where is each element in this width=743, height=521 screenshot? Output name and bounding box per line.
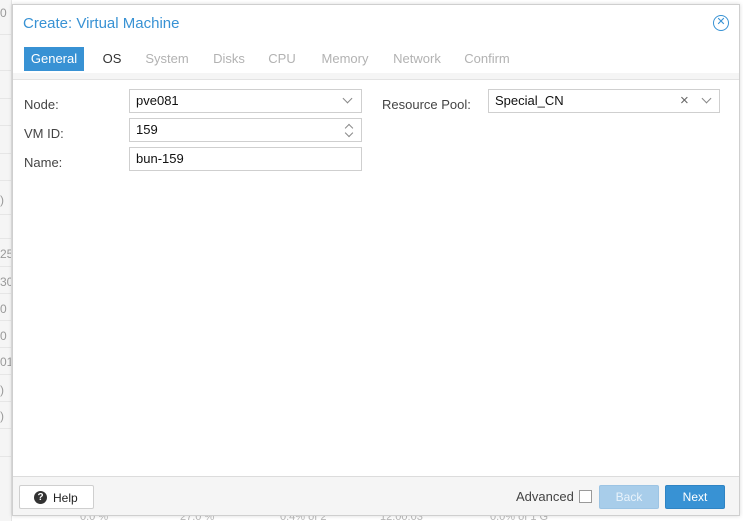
bg-fragment: 25 [0, 247, 11, 261]
tab-disks[interactable]: Disks [209, 47, 249, 71]
bg-fragment: ) [0, 409, 4, 423]
bg-fragment: ) [0, 193, 4, 207]
resource-pool-label: Resource Pool: [382, 97, 471, 112]
bg-fragment: ) [0, 383, 4, 397]
tab-cpu[interactable]: CPU [264, 47, 300, 71]
advanced-label: Advanced [516, 489, 574, 504]
help-button[interactable]: ? Help [19, 485, 94, 509]
vmid-input[interactable]: 159 [129, 118, 362, 142]
bg-fragment: 0 [0, 329, 7, 343]
chevron-down-icon[interactable] [342, 93, 353, 104]
name-label: Name: [24, 155, 63, 170]
resource-pool-value: Special_CN [495, 93, 564, 108]
background-grid-left: 0 ) 25 30 0 0 01 ) ) [0, 0, 12, 521]
bg-fragment: 30 [0, 275, 11, 289]
bg-fragment: 0 [0, 6, 7, 20]
chevron-down-icon[interactable] [701, 93, 712, 104]
dialog-title: Create: Virtual Machine [23, 15, 180, 32]
help-button-label: Help [53, 491, 78, 505]
vmid-label: VM ID: [24, 126, 64, 141]
dialog-header[interactable]: Create: Virtual Machine ✕ [13, 5, 739, 41]
bg-fragment: 0 [0, 302, 7, 316]
node-value: pve081 [136, 93, 179, 108]
resource-pool-select[interactable]: Special_CN × [488, 89, 720, 113]
vmid-value: 159 [136, 122, 158, 137]
tab-network[interactable]: Network [388, 47, 446, 71]
tab-general[interactable]: General [24, 47, 84, 71]
back-button[interactable]: Back [599, 485, 659, 509]
advanced-checkbox[interactable] [579, 490, 592, 503]
next-button[interactable]: Next [665, 485, 725, 509]
tab-memory[interactable]: Memory [316, 47, 374, 71]
close-circle-icon[interactable]: ✕ [713, 15, 729, 31]
node-label: Node: [24, 97, 59, 112]
name-input[interactable]: bun-159 [129, 147, 362, 171]
dialog-footer: ? Help Advanced Back Next [13, 478, 739, 515]
wizard-tabs: General OS System Disks CPU Memory Netwo… [13, 41, 739, 73]
spinner-down-icon[interactable] [344, 128, 354, 138]
tab-system[interactable]: System [141, 47, 193, 71]
general-form-panel: Node: pve081 VM ID: 159 Name: bun-159 Re… [13, 79, 739, 477]
bg-fragment: 01 [0, 355, 11, 369]
tab-os[interactable]: OS [95, 47, 129, 71]
create-vm-dialog: Create: Virtual Machine ✕ General OS Sys… [12, 4, 740, 516]
clear-x-icon[interactable]: × [680, 93, 689, 108]
name-value: bun-159 [136, 151, 184, 166]
question-circle-icon: ? [34, 491, 47, 504]
node-select[interactable]: pve081 [129, 89, 362, 113]
tab-confirm[interactable]: Confirm [460, 47, 514, 71]
